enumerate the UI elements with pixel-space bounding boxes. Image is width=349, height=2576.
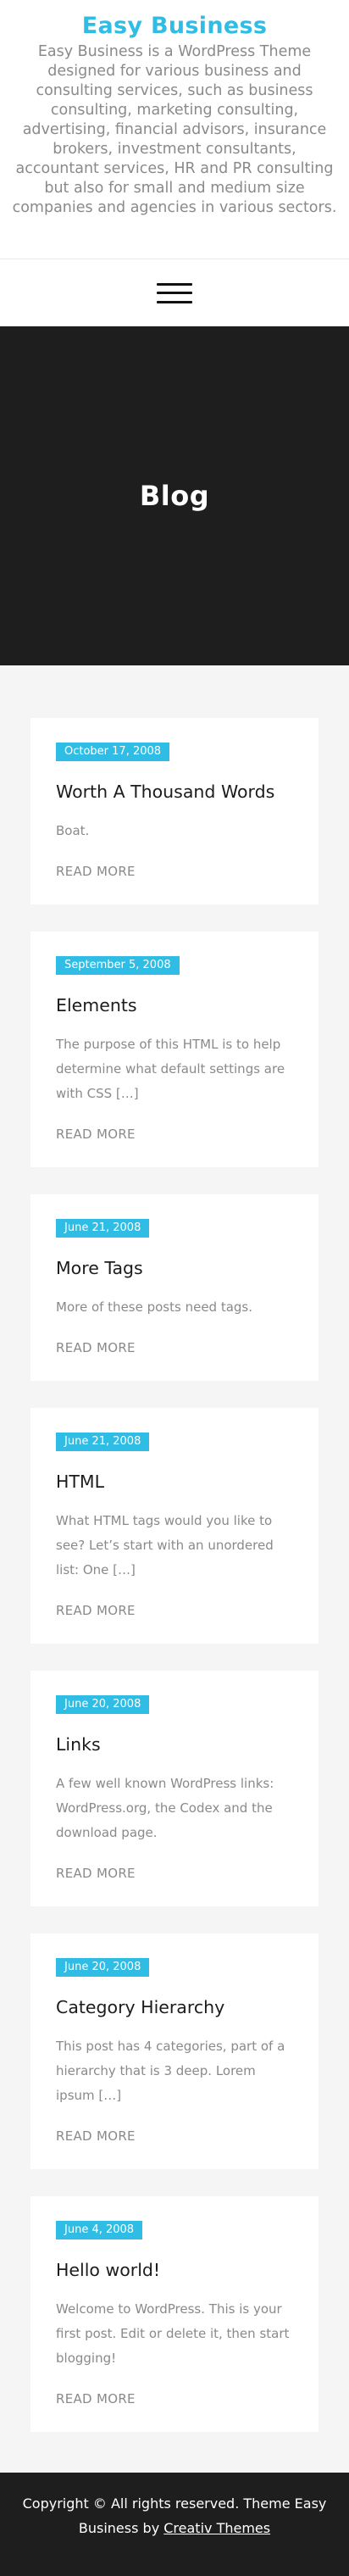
post-date-badge[interactable]: June 21, 2008 (56, 1219, 150, 1238)
post-excerpt: A few well known WordPress links: WordPr… (56, 1776, 274, 1840)
post-card: June 20, 2008 Category Hierarchy This po… (30, 1933, 319, 2169)
post-title[interactable]: Hello world! (56, 2258, 293, 2282)
hamburger-line (157, 292, 192, 294)
site-header: Easy Business Easy Business is a WordPre… (0, 0, 349, 259)
post-card: June 21, 2008 HTML What HTML tags would … (30, 1408, 319, 1644)
post-date-badge[interactable]: October 17, 2008 (56, 743, 170, 761)
post-date-badge[interactable]: June 21, 2008 (56, 1433, 150, 1451)
post-title[interactable]: HTML (56, 1470, 293, 1494)
post-excerpt: Welcome to WordPress. This is your first… (56, 2301, 290, 2366)
post-card: June 21, 2008 More Tags More of these po… (30, 1194, 319, 1381)
site-title[interactable]: Easy Business (12, 12, 337, 41)
page-hero: Blog (0, 326, 349, 665)
post-card: September 5, 2008 Elements The purpose o… (30, 932, 319, 1167)
post-card: June 20, 2008 Links A few well known Wor… (30, 1671, 319, 1906)
post-card: October 17, 2008 Worth A Thousand Words … (30, 718, 319, 904)
read-more-link[interactable]: READ MORE (56, 1603, 293, 1618)
post-excerpt: This post has 4 categories, part of a hi… (56, 2039, 285, 2103)
read-more-link[interactable]: READ MORE (56, 2391, 293, 2406)
post-excerpt: Boat. (56, 823, 90, 838)
post-date-badge[interactable]: June 20, 2008 (56, 1958, 150, 1977)
post-title[interactable]: More Tags (56, 1256, 293, 1280)
read-more-link[interactable]: READ MORE (56, 1127, 293, 1142)
read-more-link[interactable]: READ MORE (56, 1340, 293, 1355)
post-excerpt: More of these posts need tags. (56, 1299, 253, 1315)
nav-bar (0, 259, 349, 326)
read-more-link[interactable]: READ MORE (56, 1866, 293, 1881)
page-title: Blog (139, 480, 210, 512)
post-title[interactable]: Links (56, 1733, 293, 1756)
post-date-badge[interactable]: September 5, 2008 (56, 956, 180, 975)
post-date-badge[interactable]: June 4, 2008 (56, 2221, 143, 2239)
site-description: Easy Business is a WordPress Theme desig… (12, 43, 337, 216)
footer-author-link[interactable]: Creativ Themes (163, 2520, 270, 2536)
post-excerpt: What HTML tags would you like to see? Le… (56, 1513, 274, 1577)
site-footer: Copyright © All rights reserved. Theme E… (0, 2473, 349, 2576)
post-excerpt: The purpose of this HTML is to help dete… (56, 1037, 285, 1101)
read-more-link[interactable]: READ MORE (56, 864, 293, 879)
read-more-link[interactable]: READ MORE (56, 2128, 293, 2144)
post-title[interactable]: Worth A Thousand Words (56, 780, 293, 804)
post-date-badge[interactable]: June 20, 2008 (56, 1695, 150, 1714)
hamburger-line (157, 282, 192, 286)
post-list: October 17, 2008 Worth A Thousand Words … (0, 665, 349, 2473)
hamburger-icon[interactable] (157, 282, 192, 303)
post-card: June 4, 2008 Hello world! Welcome to Wor… (30, 2196, 319, 2432)
post-title[interactable]: Elements (56, 993, 293, 1017)
hamburger-line (157, 300, 192, 303)
post-title[interactable]: Category Hierarchy (56, 1995, 293, 2019)
